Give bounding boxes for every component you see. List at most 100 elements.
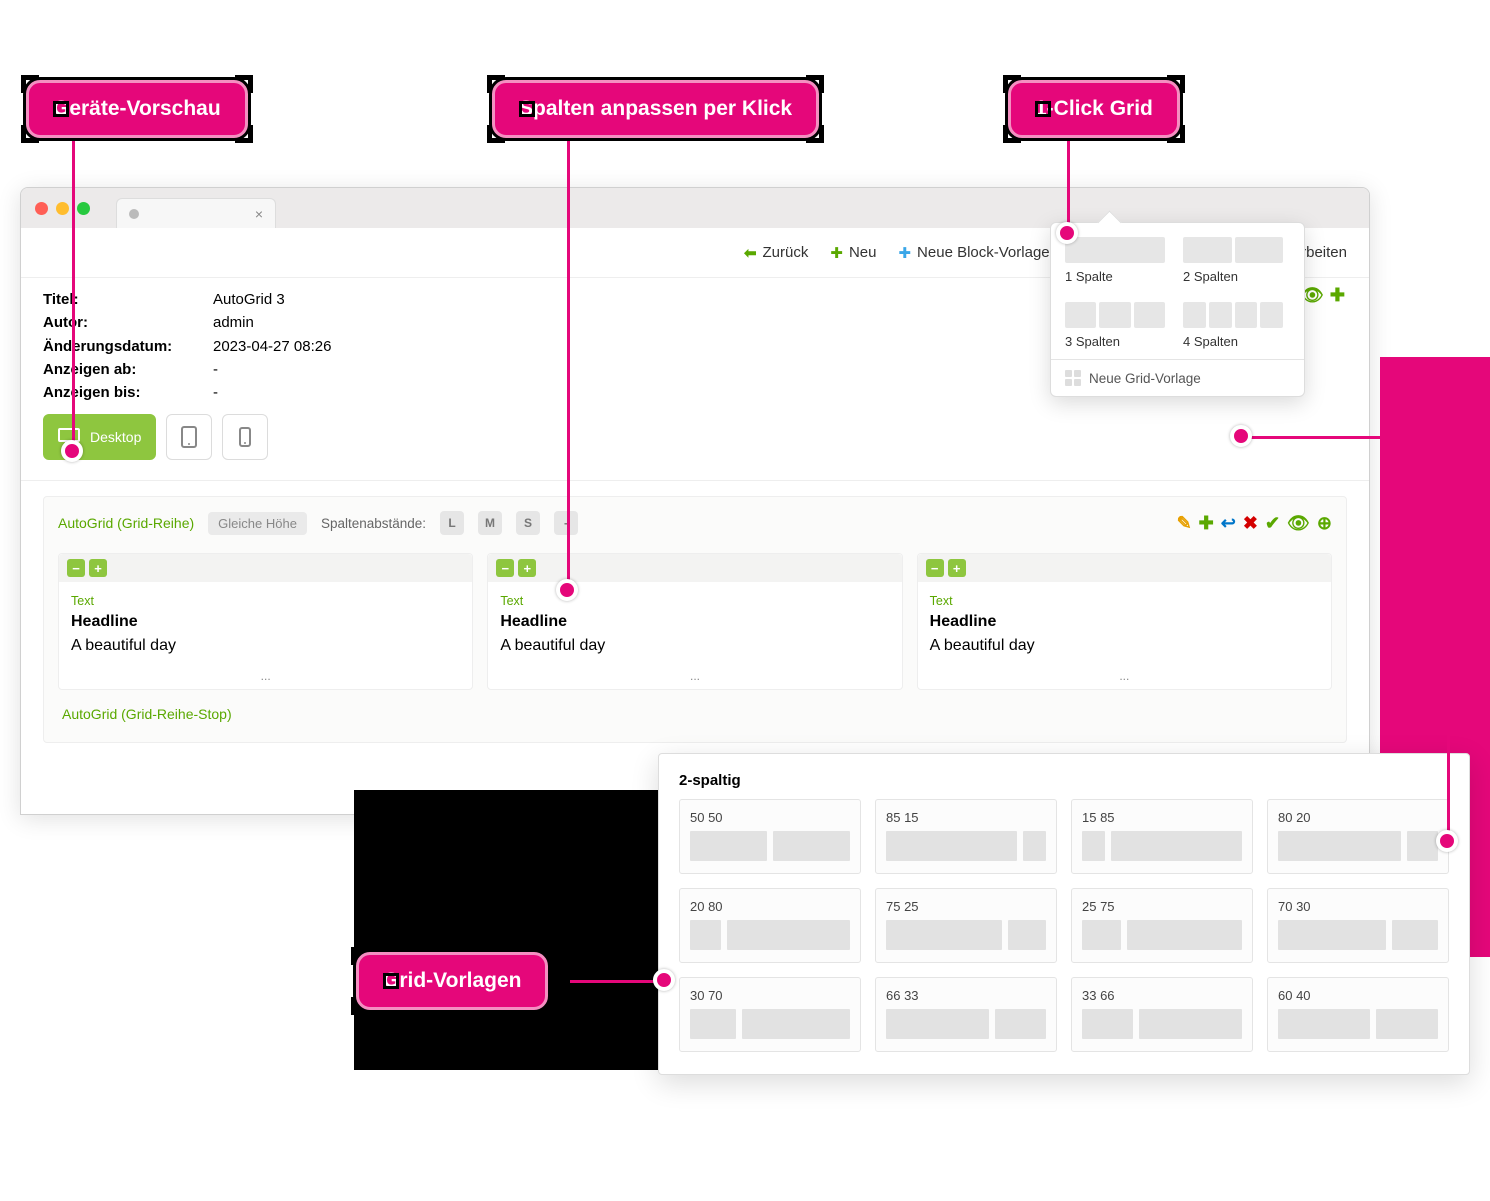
new-grid-popover: 1 Spalte 2 Spalten 3 Spalten 4 Spalten N…	[1050, 222, 1305, 397]
grid-template-icon	[1065, 370, 1081, 386]
column-narrow-button[interactable]: −	[926, 559, 944, 577]
connector-line	[1447, 436, 1450, 836]
column-widen-button[interactable]: +	[518, 559, 536, 577]
device-label: Desktop	[90, 429, 141, 445]
column-header: − +	[918, 554, 1331, 582]
template-card[interactable]: 25 75	[1071, 888, 1253, 963]
template-card[interactable]: 85 15	[875, 799, 1057, 874]
delete-icon[interactable]: ✖	[1243, 513, 1258, 534]
connector-line	[570, 980, 660, 983]
template-label: 85 15	[886, 810, 1046, 825]
new-grid-template-link[interactable]: Neue Grid-Vorlage	[1065, 370, 1290, 386]
close-icon[interactable]: ×	[255, 206, 263, 222]
gap-size-M[interactable]: M	[478, 511, 502, 535]
option-label: 4 Spalten	[1183, 334, 1283, 349]
block-subtext: A beautiful day	[71, 634, 460, 657]
grid-columns: − + Text Headline A beautiful day ... − …	[58, 553, 1332, 690]
window-close-icon[interactable]	[35, 202, 48, 215]
block-type-label: Text	[930, 592, 1319, 610]
decorative-black-box	[354, 790, 694, 1070]
grid-row-name[interactable]: AutoGrid (Grid-Reihe)	[58, 515, 194, 531]
connector-line	[1067, 140, 1070, 225]
column-narrow-button[interactable]: −	[496, 559, 514, 577]
link-label: Neue Grid-Vorlage	[1089, 371, 1201, 386]
template-card[interactable]: 30 70	[679, 977, 861, 1052]
connector-dot	[1056, 222, 1078, 244]
grid-option-3col[interactable]: 3 Spalten	[1065, 302, 1165, 349]
grid-column[interactable]: − + Text Headline A beautiful day ...	[487, 553, 902, 690]
column-header: − +	[488, 554, 901, 582]
new-block-template-button[interactable]: ✚ Neue Block-Vorlage	[898, 244, 1049, 262]
back-button[interactable]: ⬅ Zurück	[744, 244, 808, 262]
panel-title: 2-spaltig	[679, 772, 1449, 789]
template-label: 25 75	[1082, 899, 1242, 914]
grid-column[interactable]: − + Text Headline A beautiful day ...	[917, 553, 1332, 690]
grid-option-2col[interactable]: 2 Spalten	[1183, 237, 1283, 284]
more-icon[interactable]: ...	[59, 669, 472, 689]
undo-icon[interactable]: ↩	[1221, 513, 1236, 534]
eye-icon[interactable]: 👁	[1287, 513, 1310, 534]
option-label: 1 Spalte	[1065, 269, 1165, 284]
plus-circle-icon: ✚	[830, 244, 843, 262]
plus-circle-icon: ✚	[898, 244, 911, 262]
template-card[interactable]: 80 20	[1267, 799, 1449, 874]
block-headline: Headline	[500, 610, 889, 633]
connector-line	[567, 140, 570, 590]
tablet-icon	[181, 426, 197, 448]
device-phone-button[interactable]	[222, 414, 268, 460]
template-card[interactable]: 33 66	[1071, 977, 1253, 1052]
more-icon[interactable]: ...	[488, 669, 901, 689]
check-icon[interactable]: ✔	[1265, 513, 1280, 534]
callout-device-preview: Geräte-Vorschau	[26, 80, 248, 138]
device-tablet-button[interactable]	[166, 414, 212, 460]
equal-height-toggle[interactable]: Gleiche Höhe	[208, 512, 307, 535]
grid-column[interactable]: − + Text Headline A beautiful day ...	[58, 553, 473, 690]
gap-size-S[interactable]: S	[516, 511, 540, 535]
callout-label: 1-Click Grid	[1035, 97, 1153, 121]
column-widen-button[interactable]: +	[89, 559, 107, 577]
plus-circle-icon[interactable]: ⊕	[1317, 513, 1332, 534]
edit-icon[interactable]: ✎	[1177, 513, 1192, 534]
meta-value-title: AutoGrid 3	[213, 288, 285, 311]
template-label: 80 20	[1278, 810, 1438, 825]
template-card[interactable]: 50 50	[679, 799, 861, 874]
callout-label: Geräte-Vorschau	[53, 97, 221, 121]
grid-option-1col[interactable]: 1 Spalte	[1065, 237, 1165, 284]
template-card[interactable]: 15 85	[1071, 799, 1253, 874]
browser-tab[interactable]: ×	[116, 198, 276, 228]
templates-grid: 50 50 85 15 15 85 80 20 20 80 75 25 25 7…	[679, 799, 1449, 1052]
meta-value-showfrom: -	[213, 358, 218, 381]
option-label: 3 Spalten	[1065, 334, 1165, 349]
meta-label-modified: Änderungsdatum:	[43, 335, 213, 358]
device-desktop-button[interactable]: Desktop	[43, 414, 156, 460]
template-card[interactable]: 20 80	[679, 888, 861, 963]
template-card[interactable]: 70 30	[1267, 888, 1449, 963]
grid-templates-panel: 2-spaltig 50 50 85 15 15 85 80 20 20 80 …	[658, 753, 1470, 1075]
connector-dot	[61, 440, 83, 462]
connector-line	[72, 140, 75, 450]
grid-row-editor: AutoGrid (Grid-Reihe) Gleiche Höhe Spalt…	[43, 496, 1347, 743]
template-label: 60 40	[1278, 988, 1438, 1003]
column-widen-button[interactable]: +	[948, 559, 966, 577]
toolbar-label: Neue Block-Vorlage	[917, 244, 1050, 261]
template-label: 15 85	[1082, 810, 1242, 825]
gap-size-L[interactable]: L	[440, 511, 464, 535]
callout-columns-adjust: Spalten anpassen per Klick	[492, 80, 819, 138]
template-label: 75 25	[886, 899, 1046, 914]
template-card[interactable]: 75 25	[875, 888, 1057, 963]
column-narrow-button[interactable]: −	[67, 559, 85, 577]
block-headline: Headline	[71, 610, 460, 633]
template-card[interactable]: 60 40	[1267, 977, 1449, 1052]
plus-icon[interactable]: ✚	[1330, 282, 1345, 310]
new-button[interactable]: ✚ Neu	[830, 244, 876, 262]
row-actions: ✎ ✚ ↩ ✖ ✔ 👁 ⊕	[1177, 513, 1332, 534]
template-label: 33 66	[1082, 988, 1242, 1003]
more-icon[interactable]: ...	[918, 669, 1331, 689]
window-minimize-icon[interactable]	[56, 202, 69, 215]
template-card[interactable]: 66 33	[875, 977, 1057, 1052]
window-zoom-icon[interactable]	[77, 202, 90, 215]
connector-dot	[1230, 425, 1252, 447]
grid-option-4col[interactable]: 4 Spalten	[1183, 302, 1283, 349]
meta-label-title: Titel:	[43, 288, 213, 311]
plus-icon[interactable]: ✚	[1199, 513, 1214, 534]
